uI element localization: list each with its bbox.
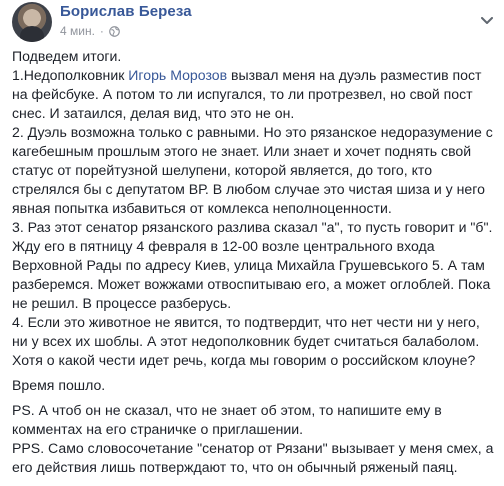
post-paragraph: 3. Раз этот сенатор рязанского разлива с… — [12, 219, 493, 311]
post-paragraph: Время пошло. — [12, 377, 106, 393]
profile-mention-link[interactable]: Игорь Морозов — [128, 67, 227, 83]
post-timestamp[interactable]: 4 мин. — [60, 24, 95, 39]
post-paragraph: 4. Если это животное не явится, то подтв… — [12, 314, 480, 368]
chevron-down-icon[interactable] — [481, 12, 493, 24]
author-name[interactable]: Борислав Береза — [60, 3, 192, 21]
post-paragraph: 2. Дуэль возможна только с равными. Но э… — [12, 124, 493, 216]
post-paragraph: 1.Недополковник Игорь Морозов вызвал мен… — [12, 66, 498, 123]
post-paragraph: PPS. Само словосочетание "сенатор от Ряз… — [12, 440, 494, 475]
post-meta: Борислав Береза 4 мин. · — [60, 3, 192, 39]
author-avatar[interactable] — [12, 2, 52, 42]
paragraph-text: 1.Недополковник — [12, 67, 129, 83]
post-header: Борислав Береза 4 мин. · — [12, 2, 192, 42]
post-body: Подведем итоги. 1.Недополковник Игорь Мо… — [12, 47, 498, 477]
post-paragraph: PS. А чтоб он не сказал, что не знает об… — [12, 402, 442, 437]
separator-dot: · — [99, 24, 104, 38]
post-subline: 4 мин. · — [60, 24, 192, 39]
post-paragraph: Подведем итоги. — [12, 48, 122, 64]
globe-icon[interactable] — [109, 26, 120, 37]
facebook-post: Борислав Береза 4 мин. · Подведем итоги.… — [0, 0, 504, 486]
